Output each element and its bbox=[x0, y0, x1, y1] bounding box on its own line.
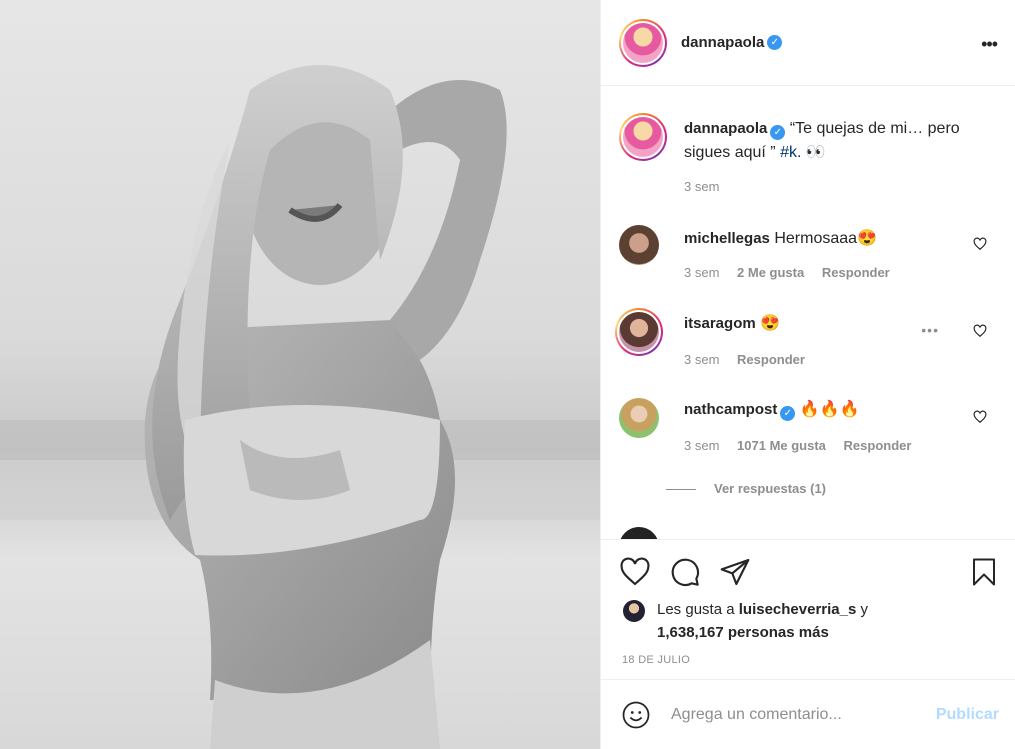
comment-likes[interactable]: 2 Me gusta bbox=[737, 265, 804, 280]
author-avatar[interactable] bbox=[619, 18, 667, 67]
verified-badge-icon: ✓ bbox=[770, 125, 786, 140]
likes-count[interactable]: 1,638,167 personas más bbox=[657, 624, 829, 641]
view-replies-button[interactable]: Ver respuestas (1) bbox=[666, 481, 826, 496]
heart-icon[interactable] bbox=[973, 410, 987, 424]
bookmark-icon[interactable] bbox=[969, 556, 999, 588]
heart-icon[interactable] bbox=[619, 556, 651, 588]
comment-text: 😍 bbox=[760, 315, 781, 332]
comment-body: michellegas Hermosaaa😍 bbox=[684, 227, 967, 251]
comment-likes[interactable]: 1071 Me gusta bbox=[737, 438, 826, 453]
share-icon[interactable] bbox=[719, 556, 751, 588]
action-icons bbox=[619, 556, 999, 588]
comment-icon[interactable] bbox=[669, 556, 701, 588]
emoji-icon[interactable] bbox=[621, 700, 651, 730]
caption-emoji: 👀 bbox=[805, 144, 826, 161]
comment-username[interactable]: itsaragom bbox=[684, 315, 756, 332]
comment-options-icon[interactable]: ••• bbox=[921, 322, 939, 338]
avatar-image bbox=[619, 312, 659, 352]
replies-divider bbox=[666, 489, 696, 491]
heart-icon[interactable] bbox=[973, 324, 987, 338]
avatar-image bbox=[623, 22, 663, 63]
post-date[interactable]: 18 DE JULIO bbox=[622, 654, 690, 666]
commenter-avatar[interactable] bbox=[619, 225, 659, 265]
reply-button[interactable]: Responder bbox=[822, 265, 890, 280]
hashtag-link[interactable]: #k. bbox=[780, 144, 801, 161]
likes-suffix: y bbox=[856, 601, 868, 618]
post-photo[interactable] bbox=[0, 0, 600, 749]
comment-text: 🔥🔥🔥 bbox=[799, 401, 860, 418]
liker-avatar[interactable] bbox=[623, 600, 645, 622]
author-avatar[interactable] bbox=[619, 113, 667, 161]
caption-meta: 3 sem bbox=[684, 179, 733, 194]
caption-time[interactable]: 3 sem bbox=[684, 179, 719, 194]
likes-prefix: Les gusta a bbox=[657, 601, 739, 618]
reply-button[interactable]: Responder bbox=[737, 352, 805, 367]
author-username[interactable]: dannapaola bbox=[681, 34, 764, 51]
comment-text: Hermosaaa😍 bbox=[774, 230, 877, 247]
heart-icon[interactable] bbox=[973, 237, 987, 251]
liker-username[interactable]: luisecheverria_s bbox=[739, 601, 857, 618]
comment-username[interactable]: nathcampost bbox=[684, 401, 777, 418]
comments-list[interactable]: dannapaola ✓ “Te quejas de mi… pero sigue… bbox=[601, 87, 1015, 539]
comment-time[interactable]: 3 sem bbox=[684, 352, 719, 367]
comment-meta: 3 sem 2 Me gusta Responder bbox=[684, 265, 904, 280]
verified-badge-icon: ✓ bbox=[780, 406, 796, 421]
verified-badge-icon: ✓ bbox=[767, 35, 783, 50]
comment-input[interactable] bbox=[671, 705, 921, 724]
comment-username[interactable]: michellegas bbox=[684, 230, 770, 247]
avatar-image bbox=[623, 117, 663, 157]
caption-username[interactable]: dannapaola bbox=[684, 120, 767, 137]
photo-figure bbox=[0, 65, 600, 749]
comment-meta: 3 sem 1071 Me gusta Responder bbox=[684, 438, 925, 453]
post-side-panel: dannapaola ✓ ••• dannapaola ✓ “Te quejas … bbox=[600, 0, 1015, 749]
add-comment-bar: Publicar bbox=[601, 679, 1015, 749]
comment-time[interactable]: 3 sem bbox=[684, 438, 719, 453]
caption-body: dannapaola ✓ “Te quejas de mi… pero sigue… bbox=[684, 117, 967, 165]
commenter-avatar[interactable] bbox=[619, 398, 659, 438]
more-options-icon[interactable]: ••• bbox=[981, 34, 998, 55]
publish-button[interactable]: Publicar bbox=[936, 706, 999, 724]
post-header: dannapaola ✓ ••• bbox=[601, 0, 1015, 86]
view-replies-label: Ver respuestas (1) bbox=[714, 481, 827, 496]
reply-button[interactable]: Responder bbox=[844, 438, 912, 453]
post-actions: Les gusta a luisecheverria_s y 1,638,167… bbox=[601, 539, 1015, 666]
instagram-post: dannapaola ✓ ••• dannapaola ✓ “Te quejas … bbox=[0, 0, 1015, 749]
comment-meta: 3 sem Responder bbox=[684, 352, 819, 367]
comment-body: nathcampost ✓ 🔥🔥🔥 bbox=[684, 398, 967, 422]
commenter-avatar[interactable] bbox=[615, 308, 663, 356]
comment-time[interactable]: 3 sem bbox=[684, 265, 719, 280]
commenter-avatar[interactable] bbox=[619, 527, 659, 539]
